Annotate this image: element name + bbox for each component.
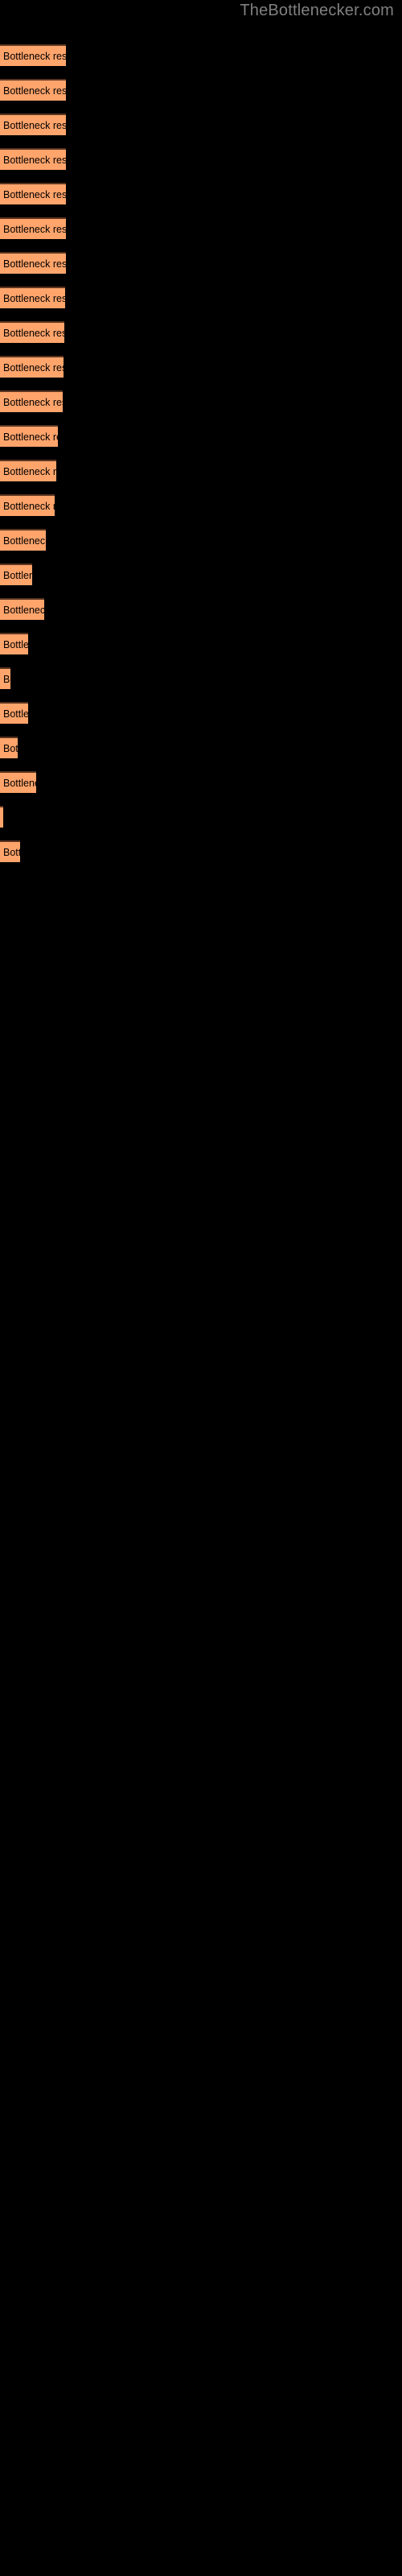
- bar-bottleneck-result[interactable]: Bottleneck result: [0, 44, 66, 66]
- bar-bottleneck-result[interactable]: Bottleneck result: [0, 79, 66, 101]
- bar-label: Bottleneck result: [3, 361, 64, 374]
- bar-label: Bottleneck result: [3, 223, 66, 235]
- bar-bottleneck-result[interactable]: Bottleneck result: [0, 667, 10, 689]
- bar-label: Bottleneck result: [3, 396, 63, 408]
- bar-row: Bottleneck result: [0, 494, 402, 516]
- bar-label: Bottleneck result: [3, 673, 10, 685]
- bottleneck-bar-chart: Bottleneck result Bottleneck result Bottle…: [0, 0, 402, 2576]
- bar-row: Bottleneck result: [0, 771, 402, 793]
- bar-bottleneck-result[interactable]: Bottleneck result: [0, 564, 32, 585]
- bar-bottleneck-result[interactable]: Bottleneck result: [0, 806, 3, 828]
- bar-label: Bottleneck result: [3, 327, 64, 339]
- bar-bottleneck-result[interactable]: Bottleneck result: [0, 702, 28, 724]
- bar-label: Bottleneck result: [3, 188, 66, 200]
- bar-row: Bottleneck result: [0, 114, 402, 135]
- bar-bottleneck-result[interactable]: Bottleneck result: [0, 771, 36, 793]
- bar-bottleneck-result[interactable]: Bottleneck result: [0, 633, 28, 654]
- bar-label: Bottleneck result: [3, 604, 44, 616]
- bar-bottleneck-result[interactable]: Bottleneck result: [0, 494, 55, 516]
- bar-label: Bottleneck result: [3, 569, 32, 581]
- bar-bottleneck-result[interactable]: Bottleneck result: [0, 148, 66, 170]
- bar-bottleneck-result[interactable]: Bottleneck result: [0, 287, 65, 308]
- bar-row: Bottleneck result: [0, 356, 402, 378]
- bar-bottleneck-result[interactable]: Bottleneck result: [0, 598, 44, 620]
- bar-row: Bottleneck result: [0, 44, 402, 66]
- bar-label: Bottleneck result: [3, 431, 58, 443]
- bar-bottleneck-result[interactable]: Bottleneck result: [0, 390, 63, 412]
- bar-bottleneck-result[interactable]: Bottleneck result: [0, 321, 64, 343]
- bar-row: Bottleneck result: [0, 633, 402, 654]
- bar-bottleneck-result[interactable]: Bottleneck result: [0, 840, 20, 862]
- bar-label: Bottleneck result: [3, 777, 36, 789]
- bar-label: Bottleneck result: [3, 154, 66, 166]
- bar-label: Bottleneck result: [3, 85, 66, 97]
- bar-row: Bottleneck result: [0, 564, 402, 585]
- bar-label: Bottleneck result: [3, 708, 28, 720]
- bar-label: Bottleneck result: [3, 119, 66, 131]
- bar-row: Bottleneck result: [0, 667, 402, 689]
- bar-row: Bottleneck result: [0, 737, 402, 758]
- bar-row: Bottleneck result: [0, 321, 402, 343]
- bar-bottleneck-result[interactable]: Bottleneck result: [0, 737, 18, 758]
- bar-label: Bottleneck result: [3, 638, 28, 650]
- bar-label: Bottleneck result: [3, 742, 18, 754]
- bar-label: Bottleneck result: [3, 465, 56, 477]
- bar-row: Bottleneck result: [0, 840, 402, 862]
- bar-bottleneck-result[interactable]: Bottleneck result: [0, 114, 66, 135]
- bar-bottleneck-result[interactable]: Bottleneck result: [0, 183, 66, 204]
- bar-label: Bottleneck result: [3, 535, 46, 547]
- bar-label: Bottleneck result: [3, 50, 66, 62]
- bar-bottleneck-result[interactable]: Bottleneck result: [0, 460, 56, 481]
- bar-row: Bottleneck result: [0, 148, 402, 170]
- bar-row: Bottleneck result: [0, 390, 402, 412]
- bar-row: Bottleneck result: [0, 460, 402, 481]
- bar-row: Bottleneck result: [0, 529, 402, 551]
- bar-row: Bottleneck result: [0, 183, 402, 204]
- bar-row: Bottleneck result: [0, 287, 402, 308]
- bar-label: Bottleneck result: [3, 500, 55, 512]
- bar-label: Bottleneck result: [3, 258, 66, 270]
- bar-row: Bottleneck result: [0, 806, 402, 828]
- bar-row: Bottleneck result: [0, 598, 402, 620]
- bar-bottleneck-result[interactable]: Bottleneck result: [0, 217, 66, 239]
- bar-label: Bottleneck result: [3, 292, 65, 304]
- page-root: TheBottlenecker.com Bottleneck resultBot…: [0, 0, 402, 2576]
- bar-bottleneck-result[interactable]: Bottleneck result: [0, 356, 64, 378]
- bar-row: Bottleneck result: [0, 702, 402, 724]
- bar-bottleneck-result[interactable]: Bottleneck result: [0, 425, 58, 447]
- bar-bottleneck-result[interactable]: Bottleneck result: [0, 252, 66, 274]
- bar-row: Bottleneck result: [0, 425, 402, 447]
- bar-bottleneck-result[interactable]: Bottleneck result: [0, 529, 46, 551]
- bar-label: Bottleneck result: [3, 846, 20, 858]
- bar-row: Bottleneck result: [0, 79, 402, 101]
- bar-row: Bottleneck result: [0, 252, 402, 274]
- bar-row: Bottleneck result: [0, 217, 402, 239]
